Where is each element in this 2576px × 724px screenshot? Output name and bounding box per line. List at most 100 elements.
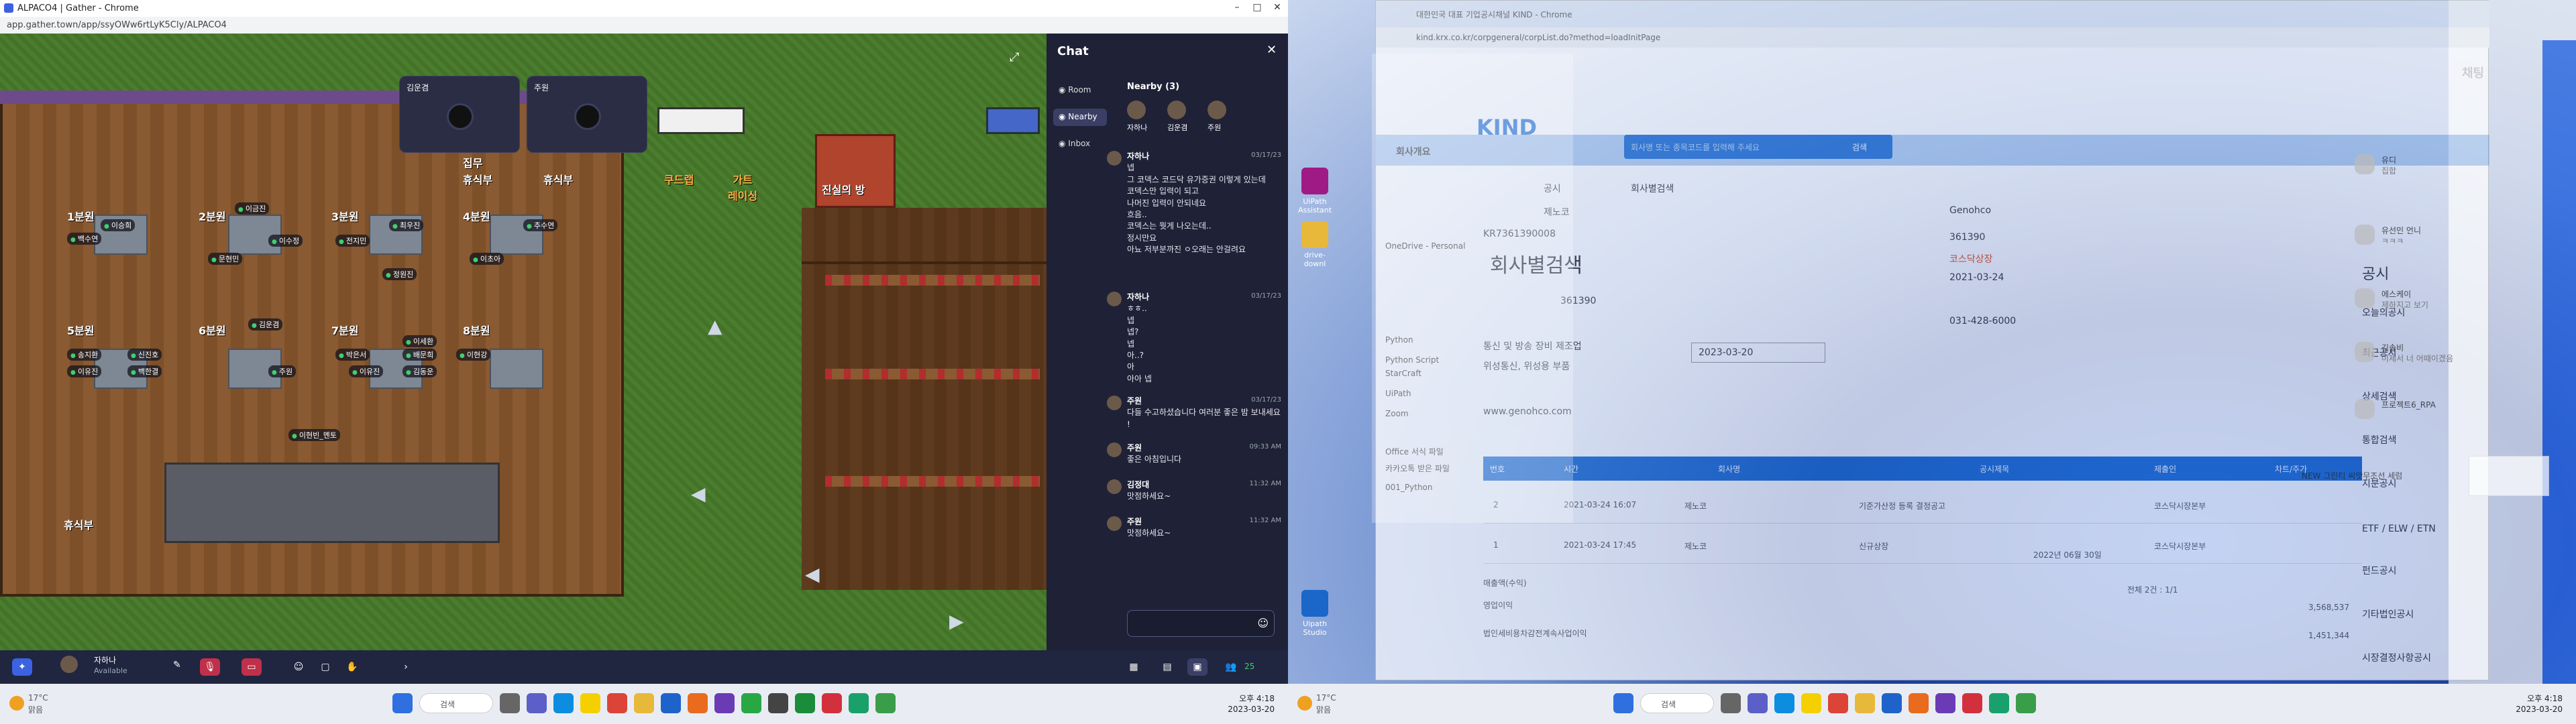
ad-text[interactable]: NEW 그린티 씨앗무조선 세럼 [2302,470,2402,481]
address-bar[interactable]: kind.krx.co.kr/corpgeneral/corpList.do?m… [1376,27,2489,48]
weather-desc[interactable]: 맑음 [28,704,43,715]
url-text[interactable]: app.gather.town/app/ssyOWw6rtLyK5Cly/ALP… [7,20,227,30]
explorer-item[interactable]: StarCraft [1385,369,1421,378]
cell-title[interactable]: 신규상장 [1859,540,1888,552]
app-icon[interactable] [661,693,681,713]
weather-desc[interactable]: 맑음 [1316,704,1331,715]
chat-list-item[interactable]: 김솔비 이제서 너 어때이겠음 [2355,342,2453,382]
avatar-name-tag[interactable]: 최우진 [389,219,424,231]
avatar-name-tag[interactable]: 백한결 [127,365,162,377]
explorer-item[interactable]: Python Script [1385,355,1439,365]
video-tile[interactable]: 주원 [527,76,647,153]
table-row[interactable]: 2 2021-03-24 16:07 제노코 기준가산정 등록 결정공고 코스닥… [1483,490,2362,524]
side-menu-item[interactable]: 시장결정사항공시 [2362,651,2431,664]
date-from-input[interactable]: 2023-03-20 [1691,343,1825,363]
teams-icon[interactable] [1748,693,1768,713]
tab-room[interactable]: ◉ Room [1053,82,1107,99]
avatar[interactable] [1167,101,1186,119]
app-icon[interactable] [768,693,788,713]
start-icon[interactable] [392,693,413,713]
grid-icon[interactable]: ▤ [1157,658,1177,676]
taskbar-search[interactable]: 검색 [1640,693,1714,713]
avatar[interactable] [1208,101,1226,119]
chrome-icon[interactable] [1828,693,1848,713]
chat-list-item[interactable]: 프로젝트6_RPA [2355,399,2449,439]
chevron-right-icon[interactable]: › [396,658,416,676]
avatar-name-tag[interactable]: 문현민 [208,253,243,265]
avatar-name-tag[interactable]: 전지민 [335,235,370,247]
chat-icon[interactable]: ▣ [1187,658,1208,676]
taskbar-clock[interactable]: 오후 4:18 2023-03-20 [1201,693,1275,715]
avatar-name-tag[interactable]: 이유진 [67,365,102,377]
start-icon[interactable] [1613,693,1633,713]
app-icon[interactable] [1962,693,1982,713]
explorer-pane[interactable]: OneDrive - Personal Python StarCraft UiP… [1372,54,1573,523]
teams-icon[interactable] [527,693,547,713]
avatar-name-tag[interactable]: 이수정 [268,235,303,247]
avatar-name-tag[interactable]: 이유진 [349,365,384,377]
gather-map[interactable]: 1분원 2분원 3분원 4분원 5분원 6분원 7분원 8분원 집무 휴식부 휴… [0,34,1046,650]
avatar-name-tag[interactable]: 배문희 [402,349,437,361]
avatar-name-tag[interactable]: 추수연 [523,219,558,231]
avatar-name-tag[interactable]: 이현빈_멘토 [288,429,340,441]
app-icon[interactable] [1909,693,1929,713]
app-icon[interactable] [741,693,761,713]
side-menu-item[interactable]: 기타법인공시 [2362,607,2414,621]
chrome-icon[interactable] [607,693,627,713]
minimize-button[interactable]: – [1228,2,1246,15]
nav-item[interactable]: 회사별검색 [1631,182,1674,195]
tab-nearby[interactable]: ◉ Nearby [1053,109,1107,126]
app-icon[interactable] [1989,693,2009,713]
avatar-name-tag[interactable]: 박은서 [335,349,370,361]
explorer-item[interactable]: Python [1385,335,1413,345]
maximize-button[interactable]: □ [1248,2,1267,15]
explorer-item[interactable]: UiPath [1385,389,1411,398]
taskview-icon[interactable] [500,693,520,713]
avatar-name-tag[interactable]: 송지환 [67,349,102,361]
taskbar-clock[interactable]: 오후 4:18 2023-03-20 [2489,693,2563,715]
folder-icon[interactable] [1855,693,1875,713]
avatar-name-tag[interactable]: 이승희 [101,219,136,231]
close-button[interactable]: ✕ [1268,2,1287,15]
address-bar[interactable]: app.gather.town/app/ssyOWw6rtLyK5Cly/ALP… [0,17,1288,34]
calendar-icon[interactable]: ▦ [1124,658,1144,676]
hand-icon[interactable]: ✋ [342,658,362,676]
avatar[interactable] [60,656,78,673]
explorer-item[interactable]: 카카오톡 받은 파일 [1385,463,1450,474]
desktop-icon[interactable]: UiPath Assistant [1295,168,1335,215]
app-icon[interactable] [822,693,842,713]
camera-off-icon[interactable]: ▭ [241,658,262,676]
app-icon[interactable] [714,693,735,713]
user-status[interactable]: Available [94,666,127,675]
edit-icon[interactable]: ✎ [173,660,181,670]
desktop-icon[interactable]: Uipath Studio [1295,590,1335,637]
edge-icon[interactable] [1774,693,1794,713]
chat-list-item[interactable]: 유디 집합 [2355,154,2449,194]
avatar-name-tag[interactable]: 이초아 [470,253,504,265]
avatar-name-tag[interactable]: 이금진 [235,202,270,215]
close-chat-icon[interactable]: ✕ [1267,43,1277,57]
coffee-machine[interactable] [657,107,745,134]
screen-share-icon[interactable]: ▢ [315,658,335,676]
user-name[interactable]: 자하나 [94,654,116,666]
avatar-name-tag[interactable]: 김운겸 [248,318,283,330]
side-menu-item[interactable]: 펀드공시 [2362,564,2397,577]
avatar-name-tag[interactable]: 신진호 [127,349,162,361]
participants-icon[interactable]: 👥 [1221,658,1241,676]
app-icon[interactable] [2016,693,2036,713]
chat-list-item[interactable]: 유선민 언니 ㅋㅋㅋ [2355,225,2449,265]
url-text[interactable]: kind.krx.co.kr/corpgeneral/corpList.do?m… [1416,33,1660,42]
gather-menu-icon[interactable]: ✦ [12,658,32,676]
avatar-name-tag[interactable]: 이현강 [456,349,491,361]
app-icon[interactable] [875,693,896,713]
kakaotalk-icon[interactable] [1801,693,1821,713]
edge-icon[interactable] [553,693,574,713]
emoji-icon[interactable]: ☺ [1257,617,1269,629]
explorer-item[interactable]: Zoom [1385,409,1409,418]
weather-temp[interactable]: 17°C [1316,693,1336,703]
video-tile[interactable]: 김운겸 [399,76,520,153]
weather-temp[interactable]: 17°C [28,693,48,703]
explorer-item[interactable]: 001_Python [1385,483,1433,492]
tab-inbox[interactable]: ◉ Inbox [1053,135,1107,153]
app-icon[interactable] [849,693,869,713]
